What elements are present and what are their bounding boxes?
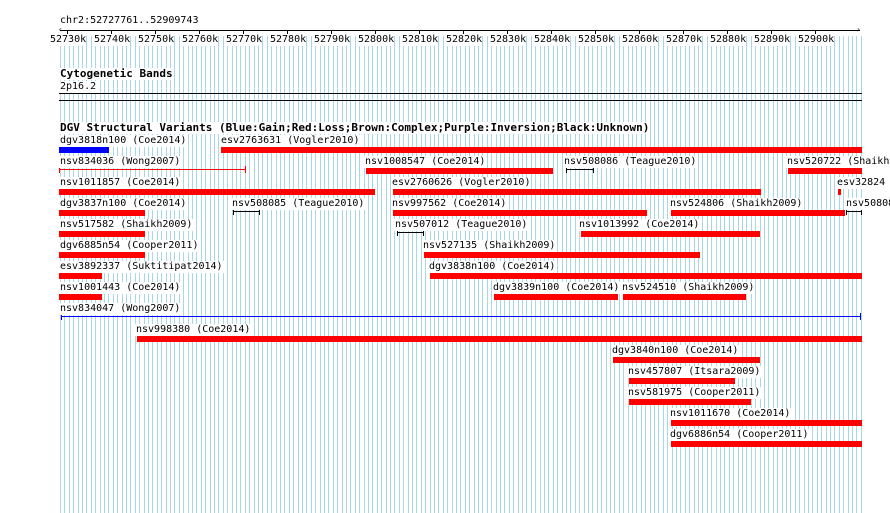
cyto-track-title: Cytogenetic Bands [59,67,174,80]
variant-label[interactable]: nsv1008547 (Coe2014) [364,156,487,168]
variant-bar[interactable] [623,294,746,300]
variant-bar[interactable] [671,441,862,447]
variant-bar[interactable] [671,210,845,216]
variant-bar[interactable] [393,210,647,216]
variant-label[interactable]: dgv6886n54 (Cooper2011) [669,429,810,441]
variant-bar[interactable] [613,357,760,363]
variant-label[interactable]: nsv998380 (Coe2014) [135,324,252,336]
ruler-tick-label: 52860k [622,34,659,46]
cyto-band-bottom-border [59,100,862,101]
variant-bar[interactable] [59,210,145,216]
variant-endcap [860,313,861,320]
ruler-tick-label: 52830k [490,34,527,46]
ruler-tick-label: 52750k [138,34,175,46]
ruler-tick-label: 52850k [578,34,615,46]
cyto-band-label: 2p16.2 [59,81,98,93]
variant-bar[interactable] [59,252,145,258]
variant-label[interactable]: dgv3818n100 (Coe2014) [59,135,188,147]
variant-bar[interactable] [430,273,862,279]
variant-label[interactable]: esv2763631 (Vogler2010) [220,135,361,147]
ruler-tick-label: 52740k [94,34,131,46]
variant-bar[interactable] [424,252,700,258]
cyto-band-top-border [59,93,862,94]
variant-line[interactable] [397,232,424,233]
variant-bar[interactable] [221,147,862,153]
variant-label[interactable]: nsv508085 (Teague2010) [231,198,366,210]
variant-endcap [245,166,246,173]
variant-line[interactable] [59,169,246,170]
variant-label[interactable]: nsv527135 (Shaikh2009) [422,240,557,252]
ruler-tick-label: 52800k [358,34,395,46]
variant-bar[interactable] [59,231,145,237]
ruler-tick-label: 52870k [666,34,703,46]
ruler-tick-label: 52810k [402,34,439,46]
variant-label[interactable]: nsv524510 (Shaikh2009) [621,282,756,294]
variant-bar[interactable] [788,168,862,174]
variant-bar[interactable] [838,189,841,195]
variant-bar[interactable] [59,189,375,195]
variant-bar[interactable] [59,294,102,300]
variant-label[interactable]: nsv50808 [845,198,890,210]
variant-label[interactable]: nsv834036 (Wong2007) [59,156,182,168]
ruler-right-arrow-icon: › [856,25,861,34]
variant-bar[interactable] [366,168,553,174]
ruler-tick-label: 52880k [710,34,747,46]
variant-bar[interactable] [137,336,862,342]
variant-label[interactable]: dgv6885n54 (Cooper2011) [59,240,200,252]
variant-label[interactable]: nsv834047 (Wong2007) [59,303,182,315]
ruler-tick-label: 52840k [534,34,571,46]
variant-label[interactable]: dgv3838n100 (Coe2014) [428,261,557,273]
variant-label[interactable]: nsv457807 (Itsara2009) [627,366,762,378]
variant-bar[interactable] [59,147,109,153]
variant-bar[interactable] [671,420,862,426]
location-label: chr2:52727761..52909743 [59,15,200,27]
variant-label[interactable]: dgv3840n100 (Coe2014) [611,345,740,357]
dgv-track-title: DGV Structural Variants (Blue:Gain;Red:L… [59,121,651,134]
variant-label[interactable]: esv2760626 (Vogler2010) [391,177,532,189]
variant-line[interactable] [61,316,861,317]
genome-browser: chr2:52727761..52909743 ‹ › 52730k 52740k… [0,0,890,513]
variant-label[interactable]: nsv508086 (Teague2010) [563,156,698,168]
variant-line[interactable] [566,169,594,170]
variant-label[interactable]: nsv997562 (Coe2014) [391,198,508,210]
variant-line[interactable] [233,211,260,212]
variant-bar[interactable] [393,189,761,195]
variant-label[interactable]: esv3892337 (Suktitipat2014) [59,261,224,273]
ruler-tick-label: 52760k [182,34,219,46]
ruler-tick-label: 52790k [314,34,351,46]
variant-label[interactable]: nsv1001443 (Coe2014) [59,282,182,294]
variant-line[interactable] [846,211,862,212]
variant-label[interactable]: esv32824 [836,177,887,189]
variant-label[interactable]: nsv517582 (Shaikh2009) [59,219,194,231]
variant-label[interactable]: dgv3837n100 (Coe2014) [59,198,188,210]
ruler-tick-label: 52820k [446,34,483,46]
variant-label[interactable]: nsv524806 (Shaikh2009) [669,198,804,210]
variant-bar[interactable] [581,231,760,237]
variant-label[interactable]: nsv581975 (Cooper2011) [627,387,762,399]
ruler-tick-label: 52890k [754,34,791,46]
ruler-left-arrow-icon: ‹ [58,25,63,34]
variant-label[interactable]: dgv3839n100 (Coe2014) [492,282,621,294]
variant-label[interactable]: nsv1011857 (Coe2014) [59,177,182,189]
variant-label[interactable]: nsv1013992 (Coe2014) [578,219,701,231]
ruler-tick-label: 52770k [226,34,263,46]
variant-bar[interactable] [629,378,735,384]
variant-bar[interactable] [59,273,102,279]
variant-label[interactable]: nsv1011670 (Coe2014) [669,408,792,420]
ruler-tick-label: 52730k [50,34,87,46]
variant-label[interactable]: nsv507012 (Teague2010) [394,219,529,231]
variant-bar[interactable] [494,294,618,300]
ruler-tick-label: 52780k [270,34,307,46]
ruler-tick-label: 52900k [798,34,835,46]
variant-bar[interactable] [629,399,751,405]
variant-label[interactable]: nsv520722 (Shaikh [786,156,890,168]
ruler-axis [60,30,860,31]
